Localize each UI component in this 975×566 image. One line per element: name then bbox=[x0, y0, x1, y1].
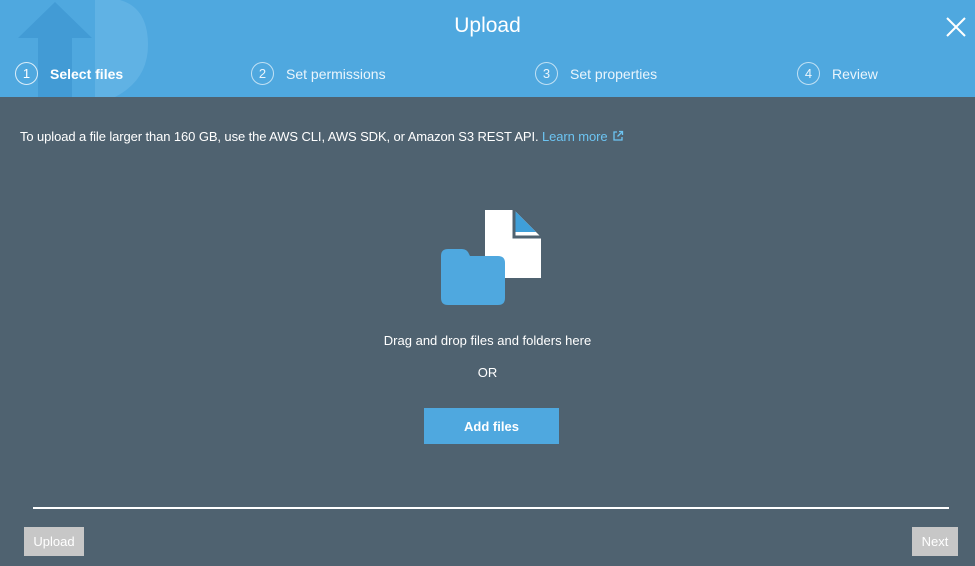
learn-more-label: Learn more bbox=[542, 129, 608, 144]
large-file-notice: To upload a file larger than 160 GB, use… bbox=[20, 129, 624, 144]
notice-text: To upload a file larger than 160 GB, use… bbox=[20, 129, 539, 144]
step-label: Set permissions bbox=[286, 65, 386, 82]
add-files-button[interactable]: Add files bbox=[424, 408, 559, 444]
learn-more-link[interactable]: Learn more bbox=[542, 129, 623, 144]
step-label: Select files bbox=[50, 65, 124, 82]
dialog-title: Upload bbox=[454, 14, 521, 37]
or-separator: OR bbox=[477, 365, 498, 380]
file-and-folder-icon bbox=[441, 210, 541, 305]
step-number: 2 bbox=[251, 62, 274, 85]
step-number: 3 bbox=[535, 62, 558, 85]
upload-button[interactable]: Upload bbox=[24, 527, 84, 556]
step-label: Review bbox=[832, 65, 878, 82]
step-number: 4 bbox=[797, 62, 820, 85]
step-label: Set properties bbox=[570, 65, 658, 82]
dialog-header: Upload 1 Select files 2 Set permissions … bbox=[0, 0, 975, 97]
step-number: 1 bbox=[15, 62, 38, 85]
step-set-permissions[interactable]: 2 Set permissions bbox=[251, 62, 386, 85]
close-icon[interactable] bbox=[945, 16, 967, 38]
drag-drop-text: Drag and drop files and folders here bbox=[383, 333, 592, 348]
next-button[interactable]: Next bbox=[912, 527, 958, 556]
step-select-files[interactable]: 1 Select files bbox=[15, 62, 123, 85]
footer-divider bbox=[33, 507, 949, 509]
external-link-icon bbox=[612, 130, 623, 141]
step-review[interactable]: 4 Review bbox=[797, 62, 878, 85]
upload-dialog: Upload 1 Select files 2 Set permissions … bbox=[0, 0, 975, 566]
step-set-properties[interactable]: 3 Set properties bbox=[535, 62, 657, 85]
